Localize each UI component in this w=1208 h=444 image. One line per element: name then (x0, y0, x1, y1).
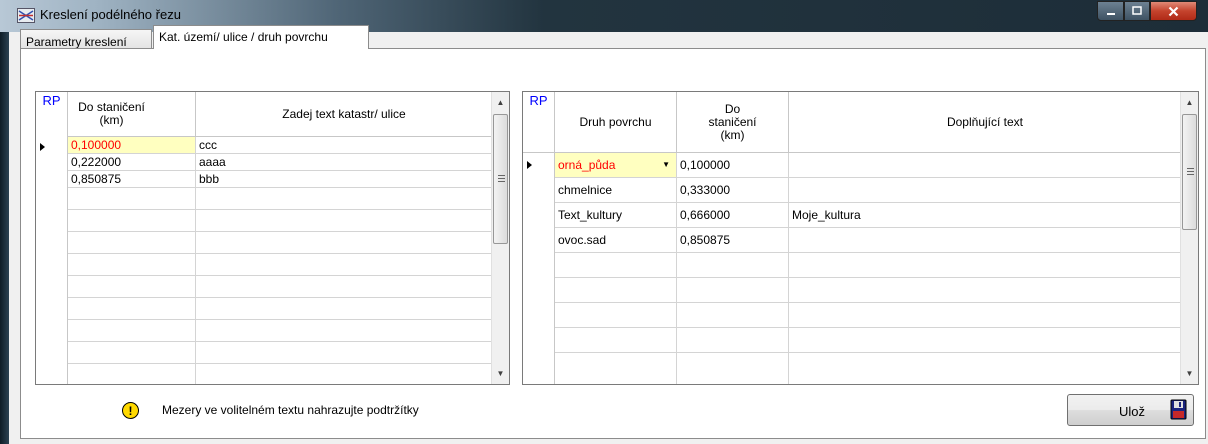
cell-empty[interactable] (789, 303, 1182, 328)
rp-header[interactable]: RP (523, 92, 555, 153)
row-header-column (36, 137, 68, 384)
cell-empty[interactable] (555, 253, 677, 278)
cell-empty[interactable] (68, 254, 196, 276)
cell-station[interactable]: 0,100000 (677, 153, 789, 178)
cell-empty[interactable] (68, 188, 196, 210)
surface-grid[interactable]: RP Druh povrchu Do staničení (km) Doplňu… (522, 91, 1199, 385)
window-border (0, 0, 9, 444)
cadastre-grid[interactable]: RP Do staničení (km) Zadej text katastr/… (35, 91, 510, 385)
cell-empty[interactable] (68, 298, 196, 320)
cell-empty[interactable] (68, 320, 196, 342)
window-controls (1097, 1, 1197, 21)
cell-surface[interactable]: Text_kultury (555, 203, 677, 228)
cell-empty[interactable] (196, 188, 493, 210)
window-title: Kreslení podélného řezu (40, 7, 181, 22)
dropdown-arrow-icon[interactable]: ▼ (662, 153, 670, 177)
scroll-down-button[interactable]: ▼ (1181, 365, 1198, 382)
column-header-surface[interactable]: Druh povrchu (555, 92, 677, 153)
cell-empty[interactable] (555, 353, 677, 384)
cell-empty[interactable] (196, 232, 493, 254)
cell-empty[interactable] (677, 278, 789, 303)
floppy-disk-icon (1170, 399, 1187, 420)
scroll-grip (1187, 174, 1194, 175)
cell-empty[interactable] (196, 210, 493, 232)
minimize-icon (1106, 13, 1115, 15)
column-header-station[interactable]: Do staničení (km) (677, 92, 789, 153)
row-indicator-icon (527, 161, 532, 169)
surface-dropdown[interactable]: orná_půda ▼ (555, 153, 677, 178)
save-button-label: Ulož (1119, 404, 1146, 419)
column-header-additional-text[interactable]: Doplňující text (789, 92, 1182, 153)
cell-empty[interactable] (196, 298, 493, 320)
cell-empty[interactable] (68, 364, 196, 384)
cell-station[interactable]: 0,850875 (68, 171, 196, 188)
column-header-station[interactable]: Do staničení (km) (68, 92, 196, 137)
column-header-cadastre-text[interactable]: Zadej text katastr/ ulice (196, 92, 493, 137)
cell-cadastre-text[interactable]: ccc (196, 137, 493, 154)
cell-cadastre-text[interactable]: bbb (196, 171, 493, 188)
cell-empty[interactable] (196, 342, 493, 364)
cell-additional-text[interactable] (789, 228, 1182, 253)
scroll-grip (498, 175, 505, 176)
cell-station[interactable]: 0,850875 (677, 228, 789, 253)
cell-empty[interactable] (677, 253, 789, 278)
minimize-button[interactable] (1097, 1, 1124, 21)
cell-station[interactable]: 0,666000 (677, 203, 789, 228)
close-button[interactable] (1150, 1, 1197, 21)
scroll-thumb[interactable] (1182, 114, 1197, 230)
cell-empty[interactable] (677, 303, 789, 328)
cell-empty[interactable] (555, 278, 677, 303)
maximize-button[interactable] (1124, 1, 1150, 21)
save-button[interactable]: Ulož (1067, 394, 1194, 426)
cell-empty[interactable] (196, 320, 493, 342)
cell-additional-text[interactable] (789, 153, 1182, 178)
scroll-up-button[interactable]: ▲ (492, 94, 509, 111)
scroll-grip (1187, 168, 1194, 169)
cell-empty[interactable] (68, 232, 196, 254)
cell-surface[interactable]: chmelnice (555, 178, 677, 203)
app-icon (17, 8, 35, 23)
cell-empty[interactable] (789, 278, 1182, 303)
cell-empty[interactable] (68, 276, 196, 298)
cell-empty[interactable] (677, 328, 789, 353)
cell-empty[interactable] (68, 342, 196, 364)
scroll-up-button[interactable]: ▲ (1181, 94, 1198, 111)
scroll-grip (498, 181, 505, 182)
cell-cadastre-text[interactable]: aaaa (196, 154, 493, 171)
maximize-icon (1132, 6, 1142, 15)
vertical-scrollbar[interactable]: ▲ ▼ (491, 92, 509, 384)
warning-icon: ! (122, 402, 139, 419)
cell-empty[interactable] (789, 253, 1182, 278)
scroll-grip (1187, 171, 1194, 172)
close-icon (1168, 6, 1179, 16)
row-header-column (523, 153, 555, 384)
scroll-thumb[interactable] (493, 114, 508, 244)
cell-empty[interactable] (68, 210, 196, 232)
cell-empty[interactable] (789, 353, 1182, 384)
row-indicator-icon (40, 143, 45, 151)
cell-empty[interactable] (196, 254, 493, 276)
cell-additional-text[interactable]: Moje_kultura (789, 203, 1182, 228)
surface-dropdown-value: orná_půda (558, 158, 616, 172)
tab-parametry-kresleni[interactable]: Parametry kreslení (20, 29, 152, 49)
cell-station[interactable]: 0,222000 (68, 154, 196, 171)
vertical-scrollbar[interactable]: ▲ ▼ (1180, 92, 1198, 384)
scroll-grip (498, 178, 505, 179)
underscore-hint: Mezery ve volitelném textu nahrazujte po… (162, 403, 419, 417)
cell-station[interactable]: 0,333000 (677, 178, 789, 203)
cell-empty[interactable] (196, 364, 493, 384)
tab-kat-uzemi[interactable]: Kat. území/ ulice / druh povrchu (153, 25, 369, 49)
cell-empty[interactable] (677, 353, 789, 384)
cell-empty[interactable] (789, 328, 1182, 353)
cell-empty[interactable] (555, 328, 677, 353)
scroll-down-button[interactable]: ▼ (492, 365, 509, 382)
cell-surface[interactable]: ovoc.sad (555, 228, 677, 253)
cell-empty[interactable] (555, 303, 677, 328)
cell-additional-text[interactable] (789, 178, 1182, 203)
cell-station[interactable]: 0,100000 (68, 137, 196, 154)
cell-empty[interactable] (196, 276, 493, 298)
